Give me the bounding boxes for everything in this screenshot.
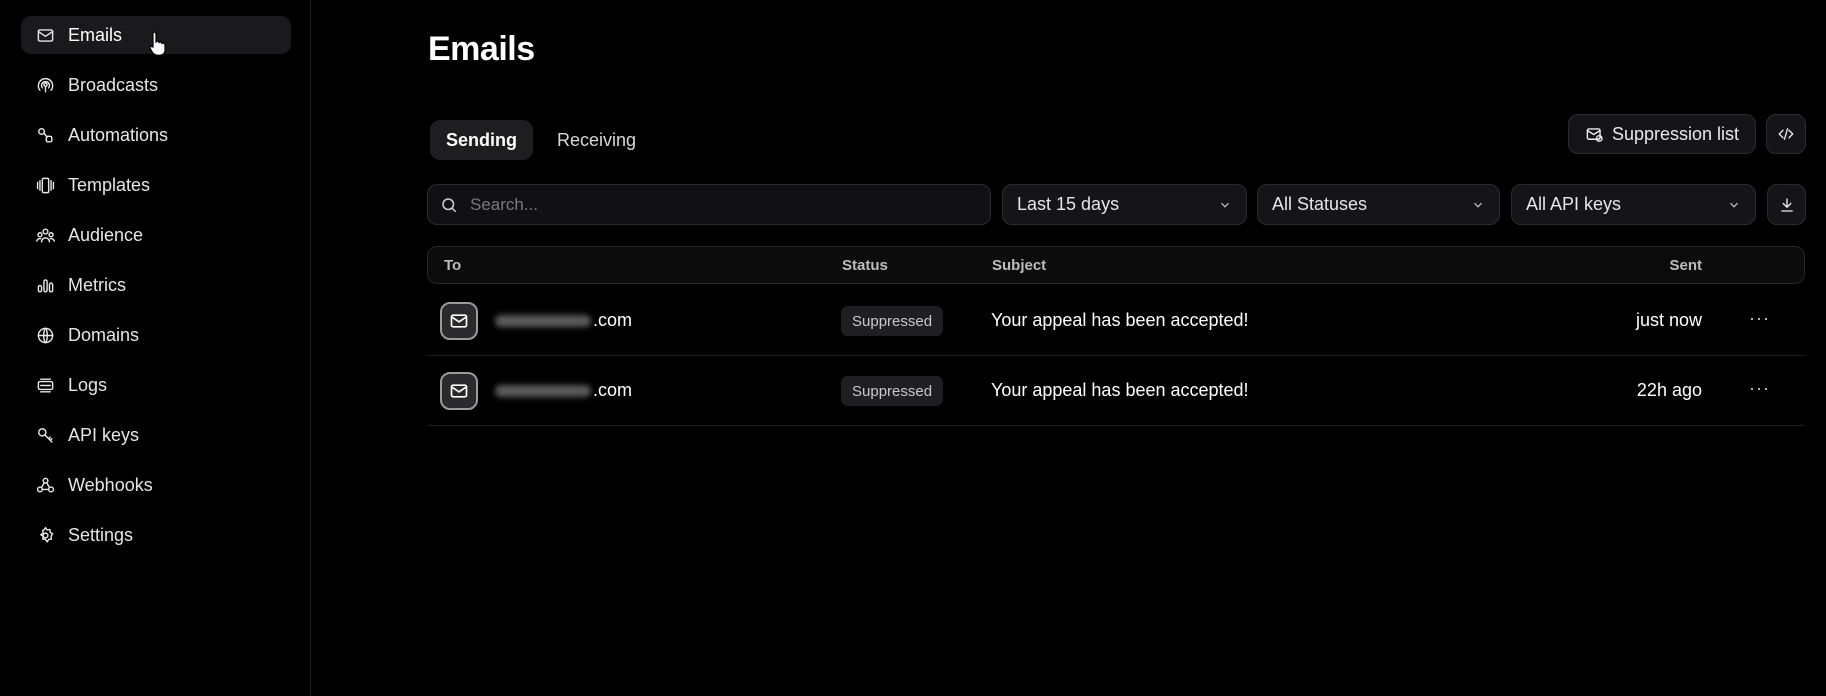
search-icon — [442, 197, 457, 212]
automation-icon — [35, 125, 55, 145]
metrics-icon — [35, 275, 55, 295]
suppression-list-label: Suppression list — [1611, 123, 1740, 144]
sidebar-item-automations[interactable]: Automations — [21, 116, 291, 154]
sidebar-item-label: Audience — [68, 224, 144, 245]
audience-icon — [35, 225, 55, 245]
gear-icon — [35, 525, 55, 545]
tab-bar: Sending Receiving — [430, 120, 652, 160]
mail-avatar-icon — [440, 302, 478, 340]
sidebar: Emails Broadcasts Automations Templates … — [0, 0, 311, 696]
sidebar-item-label: Broadcasts — [68, 74, 159, 95]
tab-receiving[interactable]: Receiving — [541, 120, 652, 160]
chevron-down-icon — [1474, 202, 1482, 208]
page-title: Emails — [428, 30, 535, 68]
redacted-email — [495, 384, 591, 397]
email-subject: Your appeal has been accepted! — [991, 310, 1249, 330]
redacted-email — [495, 314, 591, 327]
sidebar-item-webhooks[interactable]: Webhooks — [21, 466, 291, 504]
status-badge: Suppressed — [841, 376, 944, 406]
sidebar-item-label: Metrics — [68, 274, 126, 295]
date-range-select[interactable]: Last 15 days — [1002, 184, 1247, 225]
sidebar-item-label: Logs — [68, 374, 108, 395]
sent-time: 22h ago — [1636, 380, 1702, 400]
suppression-list-button[interactable]: Suppression list — [1568, 114, 1756, 154]
download-button[interactable] — [1767, 184, 1806, 225]
sidebar-item-settings[interactable]: Settings — [21, 516, 291, 554]
mail-block-icon — [1586, 127, 1603, 142]
chevron-down-icon — [1730, 202, 1738, 208]
api-keys-value: All API keys — [1526, 194, 1622, 214]
sidebar-item-label: Settings — [68, 524, 134, 545]
sidebar-item-label: Templates — [68, 174, 151, 195]
table-row[interactable]: .com Suppressed Your appeal has been acc… — [427, 286, 1805, 356]
sidebar-item-metrics[interactable]: Metrics — [21, 266, 291, 304]
table-row[interactable]: .com Suppressed Your appeal has been acc… — [427, 356, 1805, 426]
sidebar-item-broadcasts[interactable]: Broadcasts — [21, 66, 291, 104]
sidebar-item-label: API keys — [68, 424, 140, 445]
broadcast-icon — [35, 75, 55, 95]
column-to: To — [444, 257, 462, 274]
status-select[interactable]: All Statuses — [1257, 184, 1500, 225]
more-actions-button[interactable]: ··· — [1749, 378, 1770, 399]
sent-time: just now — [1635, 310, 1702, 330]
status-badge: Suppressed — [841, 306, 944, 336]
search-bar[interactable] — [427, 184, 991, 225]
sidebar-item-logs[interactable]: Logs — [21, 366, 291, 404]
sidebar-item-domains[interactable]: Domains — [21, 316, 291, 354]
mail-avatar-icon — [440, 372, 478, 410]
recipient-email: .com — [495, 310, 632, 331]
key-icon — [35, 425, 55, 445]
more-actions-button[interactable]: ··· — [1749, 308, 1770, 329]
sidebar-item-label: Emails — [68, 24, 123, 45]
sidebar-item-label: Automations — [68, 124, 169, 145]
status-value: All Statuses — [1272, 194, 1368, 214]
table-header: To Status Subject Sent — [427, 246, 1805, 284]
hand-cursor-icon — [149, 31, 166, 56]
logs-icon — [35, 375, 55, 395]
sidebar-item-api-keys[interactable]: API keys — [21, 416, 291, 454]
tab-sending[interactable]: Sending — [430, 120, 533, 160]
sidebar-item-audience[interactable]: Audience — [21, 216, 291, 254]
webhook-icon — [35, 475, 55, 495]
date-range-value: Last 15 days — [1017, 194, 1120, 214]
recipient-email: .com — [495, 380, 632, 401]
chevron-down-icon — [1221, 202, 1229, 208]
globe-icon — [35, 325, 55, 345]
sidebar-item-label: Webhooks — [68, 474, 153, 495]
code-button[interactable] — [1766, 114, 1806, 154]
column-sent: Sent — [1669, 257, 1702, 274]
search-input[interactable] — [468, 193, 972, 216]
templates-icon — [35, 175, 55, 195]
sidebar-item-label: Domains — [68, 324, 140, 345]
column-subject: Subject — [992, 257, 1047, 274]
sidebar-item-templates[interactable]: Templates — [21, 166, 291, 204]
download-icon — [1780, 197, 1793, 212]
email-subject: Your appeal has been accepted! — [991, 380, 1249, 400]
column-status: Status — [842, 257, 888, 274]
api-keys-select[interactable]: All API keys — [1511, 184, 1756, 225]
code-icon — [1778, 128, 1794, 140]
mail-icon — [35, 25, 55, 45]
